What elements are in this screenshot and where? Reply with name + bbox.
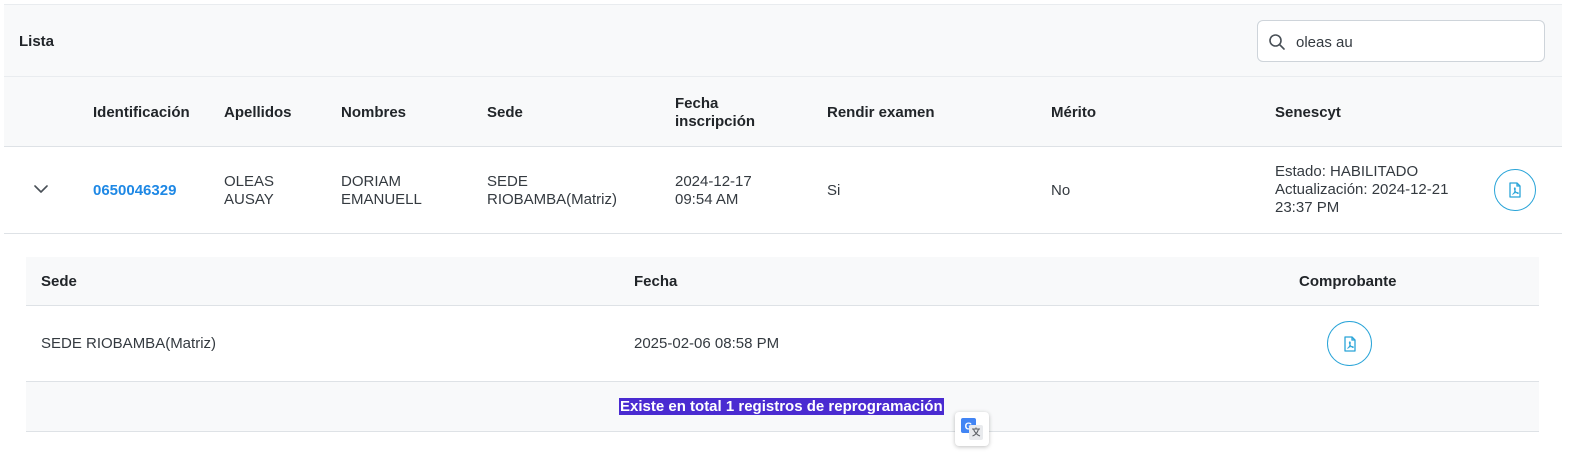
sub-fecha-cell: 2025-02-06 08:58 PM	[634, 335, 780, 352]
subtable-row: SEDE RIOBAMBA(Matriz) 2025-02-06 08:58 P…	[26, 306, 1539, 382]
senescyt-hora: 23:37 PM	[1275, 199, 1340, 216]
search-icon	[1269, 34, 1285, 50]
column-header-identificacion[interactable]: Identificación	[93, 104, 190, 122]
sub-column-header-sede: Sede	[41, 273, 77, 290]
fecha-line2: 09:54 AM	[675, 191, 739, 208]
column-header-merito[interactable]: Mérito	[1051, 104, 1096, 122]
subtable-header: Sede Fecha Comprobante	[26, 257, 1539, 306]
nombres-cell: DORIAM EMANUELL	[341, 173, 422, 209]
rendir-examen-cell: Si	[827, 182, 841, 199]
sede-cell: SEDE RIOBAMBA(Matriz)	[487, 173, 617, 209]
apellidos-line1: OLEAS	[224, 173, 275, 190]
senescyt-cell: Estado: HABILITADO Actualización: 2024-1…	[1275, 163, 1448, 217]
column-header-apellidos[interactable]: Apellidos	[224, 104, 292, 122]
reprogramming-subtable: Sede Fecha Comprobante SEDE RIOBAMBA(Mat…	[26, 257, 1539, 432]
column-header-sede[interactable]: Sede	[487, 104, 523, 122]
comprobante-pdf-button[interactable]	[1327, 321, 1372, 366]
fecha-line1: 2024-12-17	[675, 173, 752, 190]
senescyt-actualizacion: Actualización: 2024-12-21	[1275, 181, 1449, 198]
column-header-nombres[interactable]: Nombres	[341, 104, 406, 122]
nombres-line1: DORIAM	[341, 173, 401, 190]
senescyt-estado: Estado: HABILITADO	[1275, 163, 1419, 180]
search-input[interactable]	[1294, 30, 1538, 54]
sede-line2: RIOBAMBA(Matriz)	[487, 191, 618, 208]
registrations-card: Lista Identificación Apellidos Nombres S…	[4, 4, 1562, 453]
list-title: Lista	[19, 33, 55, 50]
senescyt-pdf-button[interactable]	[1494, 169, 1536, 211]
column-header-senescyt[interactable]: Senescyt	[1275, 104, 1341, 122]
column-header-fecha-inscripcion[interactable]: Fecha inscripción	[675, 95, 755, 131]
nombres-line2: EMANUELL	[341, 191, 422, 208]
column-header-fecha-line1: Fecha	[675, 95, 719, 112]
sede-line1: SEDE	[487, 173, 528, 190]
sub-column-header-fecha: Fecha	[634, 273, 678, 290]
pdf-file-icon	[1343, 335, 1356, 352]
google-translate-icon[interactable]: G	[955, 412, 989, 446]
apellidos-line2: AUSAY	[224, 191, 274, 208]
column-header-rendir-examen[interactable]: Rendir examen	[827, 104, 935, 122]
identificacion-link[interactable]: 0650046329	[93, 182, 176, 200]
chevron-down-icon[interactable]	[34, 184, 48, 194]
table-row: 0650046329 OLEAS AUSAY DORIAM EMANUELL S…	[4, 147, 1562, 234]
apellidos-cell: OLEAS AUSAY	[224, 173, 274, 209]
table-header: Identificación Apellidos Nombres Sede Fe…	[4, 77, 1562, 147]
column-header-fecha-line2: inscripción	[675, 113, 756, 130]
fecha-inscripcion-cell: 2024-12-17 09:54 AM	[675, 173, 752, 209]
sub-column-header-comprobante: Comprobante	[1299, 273, 1397, 290]
list-header: Lista	[4, 4, 1562, 77]
merito-cell: No	[1051, 182, 1071, 199]
search-box[interactable]	[1257, 20, 1545, 62]
subtable-footer: Existe en total 1 registros de reprogram…	[26, 382, 1539, 432]
sub-sede-cell: SEDE RIOBAMBA(Matriz)	[41, 335, 217, 352]
total-records-message: Existe en total 1 registros de reprogram…	[619, 398, 944, 415]
pdf-file-icon	[1509, 182, 1521, 198]
